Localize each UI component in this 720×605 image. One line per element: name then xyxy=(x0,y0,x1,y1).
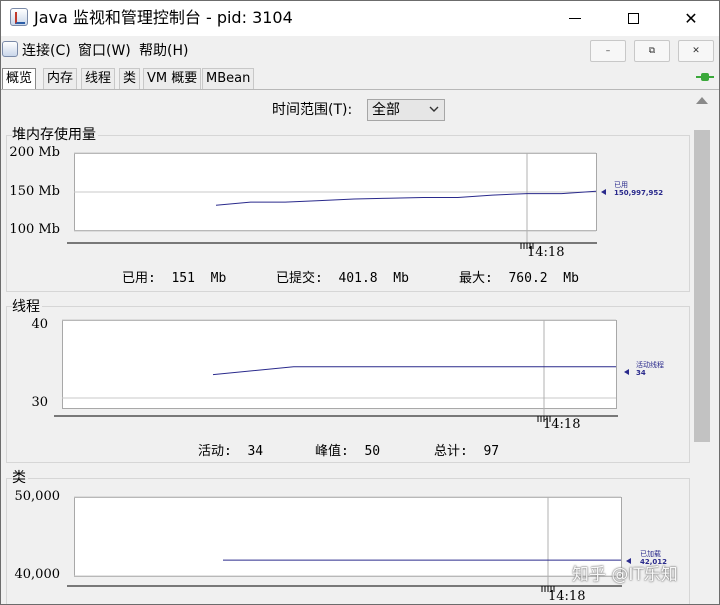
y-tick-label: 40,000 xyxy=(14,567,61,582)
chart-grid xyxy=(74,496,621,586)
threads-stat-total: 总计: 97 xyxy=(434,444,500,459)
scrollbar-thumb[interactable] xyxy=(694,130,710,442)
tab-vm-summary[interactable]: VM 概要 xyxy=(143,68,202,89)
x-tick-label: 14:18 xyxy=(543,417,581,432)
heap-used-series-line xyxy=(215,190,597,206)
y-tick-label: 100 Mb xyxy=(9,222,60,237)
y-tick-label: 50,000 xyxy=(14,489,61,504)
menu-help[interactable]: 帮助(H) xyxy=(139,41,188,61)
heap-panel-title: 堆内存使用量 xyxy=(12,127,98,143)
maximize-icon[interactable] xyxy=(610,0,656,36)
heap-stat-committed: 已提交: 401.8 Mb xyxy=(276,271,409,286)
series-marker-arrow xyxy=(601,189,606,195)
frame-close-button[interactable]: ✕ xyxy=(678,40,714,62)
close-icon[interactable]: ✕ xyxy=(668,0,714,36)
x-tick-label: 14:18 xyxy=(527,245,565,260)
legend-label: 已用 xyxy=(614,181,628,189)
chart-grid xyxy=(74,152,596,243)
tab-memory[interactable]: 内存 xyxy=(43,68,78,89)
legend-label: 活动线程 xyxy=(636,361,664,369)
heap-stat-used: 已用: 151 Mb xyxy=(122,271,227,286)
menu-window[interactable]: 窗口(W) xyxy=(78,41,131,61)
legend-label: 已加载 xyxy=(640,550,661,558)
window-title: Java 监视和管理控制台 - pid: 3104 xyxy=(34,8,293,27)
threads-panel-title: 线程 xyxy=(12,299,42,315)
time-range-value: 全部 xyxy=(372,102,400,118)
live-threads-series-line xyxy=(212,366,616,376)
menu-connect[interactable]: 连接(C) xyxy=(22,41,71,61)
y-tick-label: 30 xyxy=(31,395,48,410)
series-marker-arrow xyxy=(626,558,631,564)
legend-value: 150,997,952 xyxy=(614,189,664,197)
frame-restore-button[interactable]: ⧉ xyxy=(634,40,670,62)
chevron-down-icon xyxy=(429,106,439,112)
threads-stat-live: 活动: 34 xyxy=(198,444,264,459)
threads-stat-peak: 峰值: 50 xyxy=(315,444,381,459)
scroll-up-icon[interactable] xyxy=(696,97,708,104)
heap-stat-max: 最大: 760.2 Mb xyxy=(459,271,579,286)
minimize-icon[interactable] xyxy=(552,0,598,36)
connection-status-icon xyxy=(696,73,714,81)
watermark: 知乎 @IT乐知 xyxy=(572,565,678,585)
tab-threads[interactable]: 线程 xyxy=(81,68,116,89)
internal-frame-icon[interactable] xyxy=(2,41,18,57)
legend-value: 34 xyxy=(636,369,646,377)
y-tick-label: 40 xyxy=(31,317,48,332)
y-tick-label: 150 Mb xyxy=(9,184,60,199)
classes-panel-title: 类 xyxy=(12,470,28,486)
x-tick-label: 14:18 xyxy=(548,589,586,604)
classes-chart xyxy=(67,496,622,592)
y-tick-label: 200 Mb xyxy=(9,145,60,160)
tab-mbean[interactable]: MBean xyxy=(202,68,255,89)
frame-minimize-button[interactable]: – xyxy=(590,40,626,62)
heap-memory-chart xyxy=(67,152,597,249)
java-app-icon xyxy=(10,8,28,26)
time-range-label: 时间范围(T): xyxy=(272,102,353,118)
time-range-select[interactable]: 全部 xyxy=(367,99,445,121)
chart-grid xyxy=(62,319,616,416)
tab-classes[interactable]: 类 xyxy=(119,68,141,89)
series-marker-arrow xyxy=(624,369,629,375)
threads-chart xyxy=(54,319,618,422)
tab-overview[interactable]: 概览 xyxy=(2,68,37,89)
